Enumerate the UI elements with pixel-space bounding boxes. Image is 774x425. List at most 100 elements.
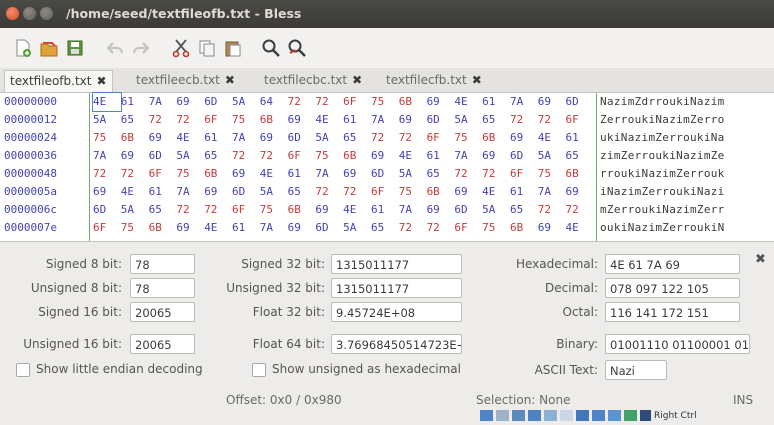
hex-byte[interactable]: 6F xyxy=(93,219,121,237)
hex-byte[interactable]: 5A xyxy=(538,147,566,165)
hex-byte[interactable]: 75 xyxy=(538,165,566,183)
hex-byte[interactable]: 65 xyxy=(288,183,316,201)
hex-byte[interactable]: 4E xyxy=(204,219,232,237)
hex-byte[interactable]: 6D xyxy=(149,147,177,165)
hex-byte[interactable]: 75 xyxy=(93,129,121,147)
hex-byte[interactable]: 6D xyxy=(510,147,538,165)
hex-byte[interactable]: 7A xyxy=(176,183,204,201)
hex-byte[interactable]: 65 xyxy=(343,129,371,147)
hex-byte[interactable]: 69 xyxy=(566,183,594,201)
hex-byte[interactable]: 69 xyxy=(454,183,482,201)
hex-byte[interactable]: 64 xyxy=(260,93,288,111)
tab-textfilecbc[interactable]: textfilecbc.txt ✖ xyxy=(259,70,367,91)
hex-byte[interactable]: 72 xyxy=(510,111,538,129)
hex-byte[interactable]: 65 xyxy=(566,147,594,165)
hex-byte[interactable]: 7A xyxy=(399,201,427,219)
hex-byte[interactable]: 65 xyxy=(510,201,538,219)
hex-byte[interactable]: 5A xyxy=(315,129,343,147)
hex-byte[interactable]: 72 xyxy=(93,165,121,183)
hex-byte[interactable]: 72 xyxy=(399,219,427,237)
row-ascii[interactable]: rroukiNazimZerrouk xyxy=(600,165,725,183)
hex-byte[interactable]: 61 xyxy=(427,147,455,165)
save-file-icon[interactable] xyxy=(64,37,86,59)
paste-icon[interactable] xyxy=(222,37,244,59)
tab-textfilecfb[interactable]: textfilecfb.txt ✖ xyxy=(381,70,487,91)
row-ascii[interactable]: ukiNazimZerroukiNa xyxy=(600,129,725,147)
hex-byte[interactable]: 6B xyxy=(510,219,538,237)
hex-byte[interactable]: 72 xyxy=(399,129,427,147)
signed8-field[interactable]: 78 xyxy=(130,254,195,274)
tab-textfileecb[interactable]: textfileecb.txt ✖ xyxy=(131,70,240,91)
hex-byte[interactable]: 75 xyxy=(176,165,204,183)
signed16-field[interactable]: 20065 xyxy=(130,302,195,322)
hex-byte[interactable]: 6B xyxy=(121,129,149,147)
hex-byte[interactable]: 6F xyxy=(232,201,260,219)
hex-byte[interactable]: 65 xyxy=(482,111,510,129)
hex-byte[interactable]: 6B xyxy=(149,219,177,237)
hex-byte[interactable]: 6F xyxy=(566,111,594,129)
unsigned8-field[interactable]: 78 xyxy=(130,278,195,298)
hex-byte[interactable]: 69 xyxy=(204,183,232,201)
hex-byte[interactable]: 69 xyxy=(427,201,455,219)
hex-byte[interactable]: 6F xyxy=(204,111,232,129)
float64-field[interactable]: 3.76968450514723E+69 xyxy=(331,334,462,354)
close-panel-icon[interactable]: ✖ xyxy=(755,252,766,267)
hex-byte[interactable]: 61 xyxy=(204,129,232,147)
row-hex-bytes[interactable]: 4E 61 7A 69 6D 5A 64 72 72 6F 75 6B 69 4E 61 7A 69 6D xyxy=(92,92,594,112)
hex-byte[interactable]: 4E xyxy=(260,165,288,183)
hex-byte[interactable]: 69 xyxy=(482,147,510,165)
ascii-field[interactable]: Nazi xyxy=(605,360,667,380)
hex-byte[interactable]: 72 xyxy=(427,219,455,237)
hex-byte[interactable]: 6D xyxy=(427,111,455,129)
hex-byte[interactable]: 72 xyxy=(315,183,343,201)
hex-byte[interactable]: 72 xyxy=(260,147,288,165)
unsigned16-field[interactable]: 20065 xyxy=(130,334,195,354)
hex-byte[interactable]: 6B xyxy=(343,147,371,165)
hex-byte[interactable]: 72 xyxy=(371,129,399,147)
hex-byte[interactable]: 6F xyxy=(371,183,399,201)
hex-byte[interactable]: 6F xyxy=(288,147,316,165)
row-ascii[interactable]: NazimZdrroukiNazim xyxy=(600,93,725,111)
dec-field[interactable]: 078 097 122 105 xyxy=(605,278,740,298)
hex-byte[interactable]: 69 xyxy=(288,219,316,237)
close-window-button[interactable] xyxy=(6,7,19,20)
hex-byte[interactable]: 6F xyxy=(427,129,455,147)
float32-field[interactable]: 9.45724E+08 xyxy=(331,302,462,322)
hex-byte[interactable]: 75 xyxy=(260,201,288,219)
hex-byte[interactable]: 65 xyxy=(427,165,455,183)
hex-byte[interactable]: 4E xyxy=(343,201,371,219)
hex-byte[interactable]: 65 xyxy=(371,219,399,237)
unsigned32-field[interactable]: 1315011177 xyxy=(331,278,462,298)
hex-byte[interactable]: 4E xyxy=(315,111,343,129)
hex-byte[interactable]: 75 xyxy=(482,219,510,237)
hex-byte[interactable]: 61 xyxy=(566,129,594,147)
hex-byte[interactable]: 4E xyxy=(538,129,566,147)
hex-byte[interactable]: 69 xyxy=(538,219,566,237)
hex-byte[interactable]: 6D xyxy=(315,219,343,237)
redo-icon[interactable] xyxy=(130,37,152,59)
row-hex-bytes[interactable]: 69 4E 61 7A 69 6D 5A 65 72 72 6F 75 6B 69 4E 61 7A 69 xyxy=(93,183,594,201)
row-ascii[interactable]: iNazimZerroukiNazi xyxy=(600,183,725,201)
hex-byte[interactable]: 5A xyxy=(121,201,149,219)
undo-icon[interactable] xyxy=(104,37,126,59)
hex-byte[interactable]: 75 xyxy=(315,147,343,165)
minimize-window-button[interactable] xyxy=(23,7,36,20)
hex-byte[interactable]: 6B xyxy=(204,165,232,183)
hex-byte[interactable]: 65 xyxy=(204,147,232,165)
cut-icon[interactable] xyxy=(170,37,192,59)
hex-byte[interactable]: 75 xyxy=(371,93,399,111)
little-endian-checkbox[interactable] xyxy=(16,363,30,377)
hex-byte[interactable]: 6D xyxy=(232,183,260,201)
hex-byte[interactable]: 72 xyxy=(176,201,204,219)
hex-byte[interactable]: 69 xyxy=(315,201,343,219)
hex-editor-view[interactable]: 00000000 4E 61 7A 69 6D 5A 64 72 72 6F 75 6B 69 4E 61 7A… xyxy=(0,92,774,242)
hex-byte[interactable]: 6B xyxy=(399,93,427,111)
hex-byte[interactable]: 72 xyxy=(204,201,232,219)
hex-byte[interactable]: 4E xyxy=(176,129,204,147)
hex-byte[interactable]: 72 xyxy=(538,201,566,219)
hex-byte[interactable]: 69 xyxy=(93,183,121,201)
hex-byte[interactable]: 7A xyxy=(315,165,343,183)
hex-byte[interactable]: 61 xyxy=(343,111,371,129)
hex-byte[interactable]: 6F xyxy=(510,165,538,183)
hex-byte[interactable]: 61 xyxy=(371,201,399,219)
